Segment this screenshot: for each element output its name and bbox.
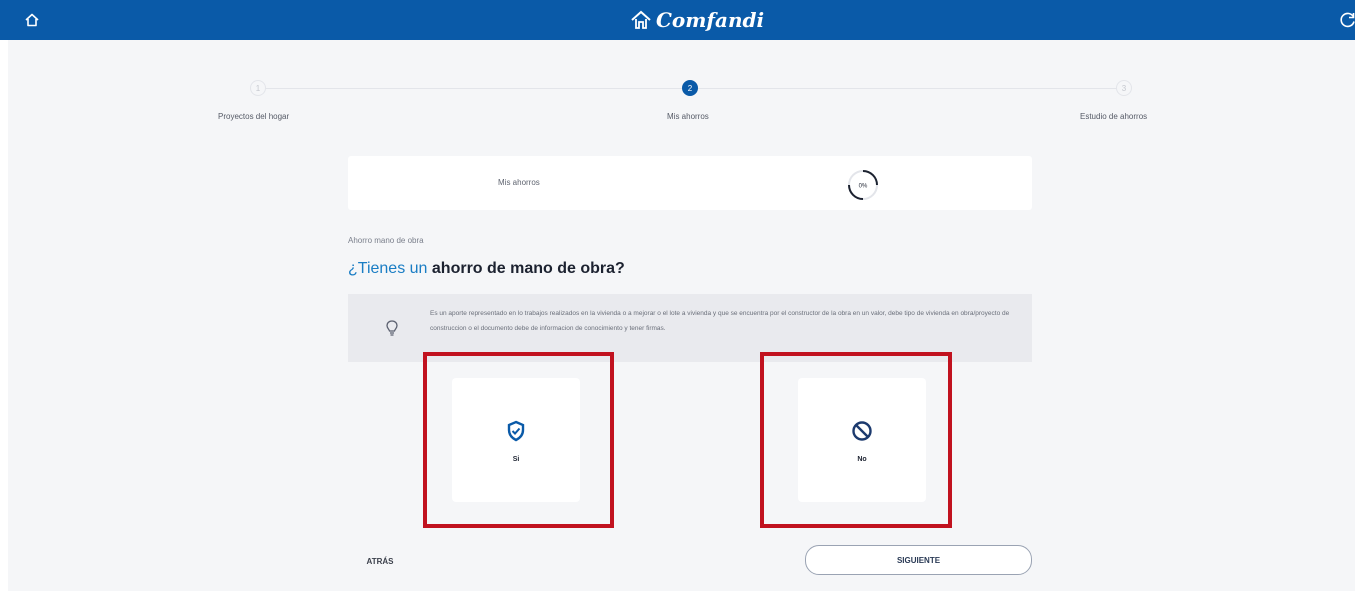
home-icon[interactable]: [22, 10, 42, 30]
option-si-label: Si: [512, 456, 520, 463]
step-2-label: Mis ahorros: [667, 112, 709, 121]
top-bar: Comfandi: [0, 0, 1355, 40]
ban-icon: [852, 421, 872, 441]
step-1-dot: 1: [250, 80, 266, 96]
step-3-label: Estudio de ahorros: [1080, 112, 1148, 121]
logo-house-icon: [631, 10, 651, 29]
lightbulb-icon: [386, 320, 398, 336]
progress-value: 0%: [859, 184, 868, 190]
progress-label: Mis ahorros: [498, 178, 540, 187]
back-button[interactable]: ATRÁS: [348, 550, 412, 572]
step-2-dot: 2: [682, 80, 698, 96]
next-button[interactable]: SIGUIENTE: [805, 545, 1032, 575]
step-3-dot: 3: [1116, 80, 1132, 96]
option-si-card[interactable]: Si: [452, 378, 580, 502]
option-no-label: No: [857, 456, 867, 463]
app-logo-text: Comfandi: [656, 8, 765, 32]
refresh-icon[interactable]: [1338, 10, 1355, 30]
tip-text: Es un aporte representado en lo trabajos…: [430, 310, 1010, 332]
question-rest: ahorro de mano de obra?: [427, 260, 625, 277]
question-highlight: ¿Tienes un: [348, 260, 428, 277]
step-1-number: 1: [255, 83, 261, 93]
step-2-number: 2: [687, 83, 693, 93]
section-label: Ahorro mano de obra: [348, 236, 424, 245]
step-1-label: Proyectos del hogar: [218, 112, 290, 121]
progress-card: Mis ahorros 0%: [348, 156, 1032, 210]
question-title: ¿Tienes un ahorro de mano de obra?: [348, 260, 625, 278]
option-no-card[interactable]: No: [798, 378, 926, 502]
shield-check-icon: [507, 420, 525, 442]
progress-ring: 0%: [848, 170, 878, 200]
app-logo: Comfandi: [630, 7, 764, 33]
tip-box: Es un aporte representado en lo trabajos…: [348, 294, 1032, 362]
step-3-number: 3: [1121, 83, 1127, 93]
